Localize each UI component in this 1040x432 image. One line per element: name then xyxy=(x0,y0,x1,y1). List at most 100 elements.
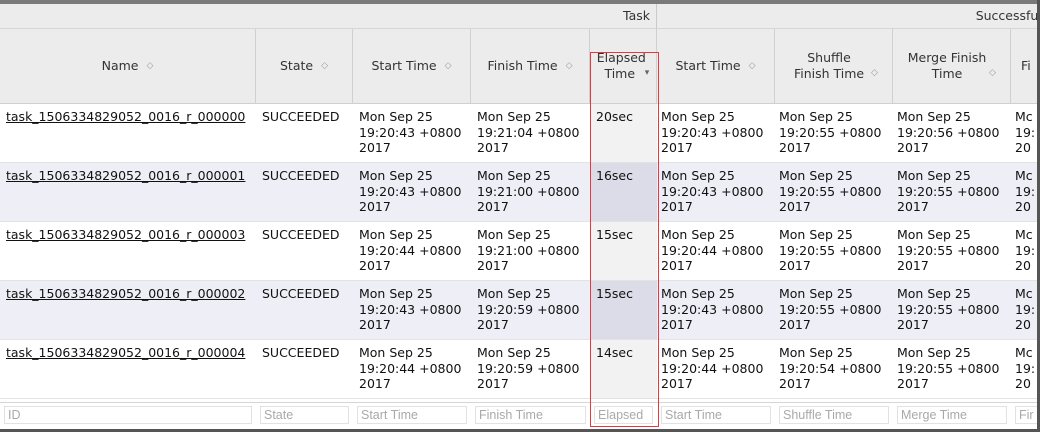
cell-state: SUCCEEDED xyxy=(256,163,353,221)
column-header-shuffle-finish-time[interactable]: Shuffle Finish Time ◇ xyxy=(775,29,893,103)
sort-arrows-icon[interactable]: ◇ xyxy=(871,65,878,81)
cell-line: 2017 xyxy=(661,376,693,391)
filter-input-finish-time[interactable] xyxy=(475,406,586,424)
cell-line: 2017 xyxy=(661,199,693,214)
cell-line: 19:20:43 +0800 xyxy=(359,301,462,317)
cell-line: Mon Sep 25 xyxy=(779,286,853,301)
cell-line: Mon Sep 25 xyxy=(779,227,853,242)
column-header-fi[interactable]: Fi xyxy=(1011,29,1040,103)
cell-value: 20sec xyxy=(596,109,633,124)
column-header-label: Start Time xyxy=(371,58,437,73)
table-row: task_1506334829052_0016_r_000001 SUCCEEDE… xyxy=(0,163,1040,222)
cell-fi: Mc 19: 20 xyxy=(1011,222,1040,280)
filter-input-name[interactable] xyxy=(4,406,252,424)
cell-start-time: Mon Sep 25 19:20:44 +0800 2017 xyxy=(353,340,471,398)
cell-line: Mon Sep 25 xyxy=(779,109,853,124)
cell-line: Mon Sep 25 xyxy=(897,286,971,301)
cell-line: Mon Sep 25 xyxy=(477,109,551,124)
column-header-row: Name ◇ State ◇ Start Time ◇ Finish Time ◇ Elapse… xyxy=(0,29,1040,104)
task-link[interactable]: task_1506334829052_0016_r_000004 xyxy=(6,345,245,360)
cell-value: 15sec xyxy=(596,286,633,301)
cell-name: task_1506334829052_0016_r_000000 xyxy=(0,104,256,162)
cell-line: 19:20:55 +0800 xyxy=(897,301,1000,317)
cell-merge-finish-time: Mon Sep 25 19:20:55 +0800 2017 xyxy=(893,340,1011,398)
cell-line: 2017 xyxy=(897,317,929,332)
cell-line: 2017 xyxy=(897,258,929,273)
column-header-state[interactable]: State ◇ xyxy=(256,29,353,103)
task-link[interactable]: task_1506334829052_0016_r_000002 xyxy=(6,286,245,301)
cell-line: 19:20:43 +0800 xyxy=(661,301,764,317)
filter-input-state[interactable] xyxy=(260,406,349,424)
sort-arrows-icon[interactable]: ◇ xyxy=(321,58,328,74)
column-header-label: Fi xyxy=(1021,58,1031,73)
column-header-finish-time[interactable]: Finish Time ◇ xyxy=(471,29,590,103)
column-header-merge-finish-time[interactable]: Merge Finish Time ◇ xyxy=(893,29,1011,103)
cell-line: 19:20:55 +0800 xyxy=(897,242,1000,258)
cell-line: 19:20:44 +0800 xyxy=(661,242,764,258)
filter-input-elapsed-time[interactable] xyxy=(594,406,653,424)
cell-line: 19:21:00 +0800 xyxy=(477,183,580,199)
cell-name: task_1506334829052_0016_r_000004 xyxy=(0,340,256,398)
cell-line: 2017 xyxy=(477,199,509,214)
cell-value: SUCCEEDED xyxy=(262,286,340,301)
filter-input-merge-finish-time[interactable] xyxy=(897,406,1007,424)
task-link[interactable]: task_1506334829052_0016_r_000000 xyxy=(6,109,245,124)
cell-line: 2017 xyxy=(779,376,811,391)
filter-input-successful-start-time[interactable] xyxy=(661,406,771,424)
sort-arrows-icon[interactable]: ◇ xyxy=(989,65,996,81)
cell-value: SUCCEEDED xyxy=(262,345,340,360)
column-header-elapsed-time[interactable]: Elapsed Time ▾ xyxy=(590,29,657,103)
cell-state: SUCCEEDED xyxy=(256,340,353,398)
filter-input-shuffle-finish-time[interactable] xyxy=(779,406,889,424)
table-row: task_1506334829052_0016_r_000003 SUCCEEDE… xyxy=(0,222,1040,281)
cell-name: task_1506334829052_0016_r_000003 xyxy=(0,222,256,280)
cell-line: 19:20:59 +0800 xyxy=(477,301,580,317)
cell-line: 19:20:44 +0800 xyxy=(359,360,462,376)
cell-fi: Mc 19: 20 xyxy=(1011,340,1040,398)
cell-fi: Mc 19: 20 xyxy=(1011,281,1040,339)
cell-name: task_1506334829052_0016_r_000002 xyxy=(0,281,256,339)
cell-line: 19:20:54 +0800 xyxy=(779,360,882,376)
sort-arrows-icon[interactable]: ◇ xyxy=(566,58,573,74)
cell-line: 2017 xyxy=(477,258,509,273)
cell-shuffle-finish-time: Mon Sep 25 19:20:55 +0800 2017 xyxy=(775,222,893,280)
cell-elapsed-time: 16sec xyxy=(590,163,657,221)
cell-start-time: Mon Sep 25 19:20:43 +0800 2017 xyxy=(353,104,471,162)
group-label-successful: Successful / xyxy=(975,8,1040,23)
cell-name: task_1506334829052_0016_r_000001 xyxy=(0,163,256,221)
sort-arrows-icon[interactable]: ◇ xyxy=(749,58,756,74)
cell-line: Mon Sep 25 xyxy=(897,345,971,360)
column-header-successful-start-time[interactable]: Start Time ◇ xyxy=(657,29,775,103)
sort-arrows-icon[interactable]: ◇ xyxy=(146,58,153,74)
task-link[interactable]: task_1506334829052_0016_r_000003 xyxy=(6,227,245,242)
sort-arrows-icon[interactable]: ◇ xyxy=(445,58,452,74)
filter-input-start-time[interactable] xyxy=(357,406,467,424)
cell-line: Mon Sep 25 xyxy=(779,168,853,183)
cell-successful-start-time: Mon Sep 25 19:20:43 +0800 2017 xyxy=(657,104,775,162)
cell-line: Mon Sep 25 xyxy=(661,109,735,124)
cell-line: 2017 xyxy=(661,258,693,273)
cell-line: 2017 xyxy=(477,140,509,155)
cell-line: Mon Sep 25 xyxy=(897,168,971,183)
cell-line: Mon Sep 25 xyxy=(661,227,735,242)
cell-line: 19:20:44 +0800 xyxy=(359,242,462,258)
column-header-start-time[interactable]: Start Time ◇ xyxy=(353,29,471,103)
cell-start-time: Mon Sep 25 19:20:44 +0800 2017 xyxy=(353,222,471,280)
column-header-label: Finish Time xyxy=(487,58,558,73)
cell-line: 19:20:55 +0800 xyxy=(779,183,882,199)
sort-desc-icon[interactable]: ▾ xyxy=(645,65,650,81)
task-link[interactable]: task_1506334829052_0016_r_000001 xyxy=(6,168,245,183)
table-row: task_1506334829052_0016_r_000000 SUCCEEDE… xyxy=(0,104,1040,163)
cell-line: 19:20:55 +0800 xyxy=(779,242,882,258)
cell-line: Mon Sep 25 xyxy=(477,345,551,360)
cell-line: 2017 xyxy=(779,199,811,214)
cell-line: 19:20:44 +0800 xyxy=(661,360,764,376)
column-header-name[interactable]: Name ◇ xyxy=(0,29,256,103)
column-header-label: Merge Finish Time xyxy=(907,50,987,81)
cell-line: 2017 xyxy=(779,317,811,332)
cell-line: Mon Sep 25 xyxy=(661,345,735,360)
column-header-label: Start Time xyxy=(675,58,741,73)
cell-line: Mon Sep 25 xyxy=(661,168,735,183)
cell-successful-start-time: Mon Sep 25 19:20:43 +0800 2017 xyxy=(657,163,775,221)
cell-line: 19:21:04 +0800 xyxy=(477,124,580,140)
